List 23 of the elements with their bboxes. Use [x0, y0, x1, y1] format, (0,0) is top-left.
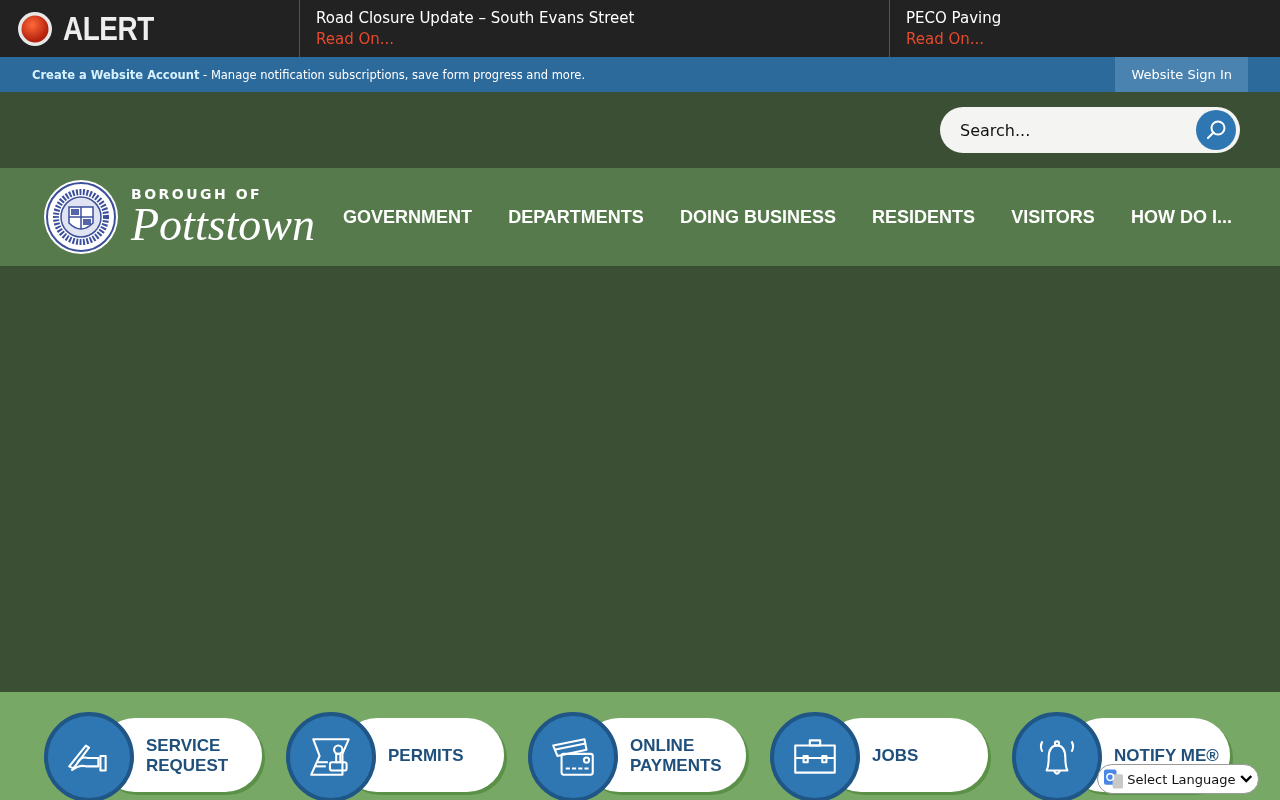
alert-label: ALERT	[63, 9, 154, 48]
nav-link[interactable]: VISITORS	[1011, 206, 1095, 228]
logo-subtitle: BOROUGH OF	[131, 186, 264, 202]
alert-light-icon	[17, 10, 53, 47]
nav-link[interactable]: GOVERNMENT	[343, 206, 473, 228]
search-field[interactable]: Search...	[940, 107, 1240, 153]
alert-title[interactable]: Road Closure Update – South Evans Street	[316, 9, 889, 27]
sign-in-button[interactable]: Website Sign In	[1115, 57, 1248, 92]
create-account-link[interactable]: Create a Website Account	[32, 67, 200, 82]
nav-link[interactable]: DEPARTMENTS	[508, 206, 644, 228]
translate-icon	[1104, 769, 1124, 789]
language-select[interactable]: Select Language	[1097, 764, 1259, 794]
seal-icon[interactable]	[43, 179, 119, 255]
nav-link[interactable]: RESIDENTS	[872, 206, 976, 228]
alert-title[interactable]: PECO Paving	[906, 9, 1280, 27]
nav-link[interactable]: DOING BUSINESS	[679, 206, 836, 228]
nav-link[interactable]: HOW DO I...	[1130, 206, 1232, 228]
caret-icon	[1239, 774, 1252, 784]
account-message: Create a Website Account - Manage notification subscriptions, save form progress and more.	[32, 67, 586, 82]
search-icon[interactable]	[1196, 110, 1236, 150]
read-on-link[interactable]: Read On...	[906, 30, 1280, 48]
logo-title[interactable]: Pottstown	[131, 202, 316, 248]
read-on-link[interactable]: Read On...	[316, 30, 889, 48]
